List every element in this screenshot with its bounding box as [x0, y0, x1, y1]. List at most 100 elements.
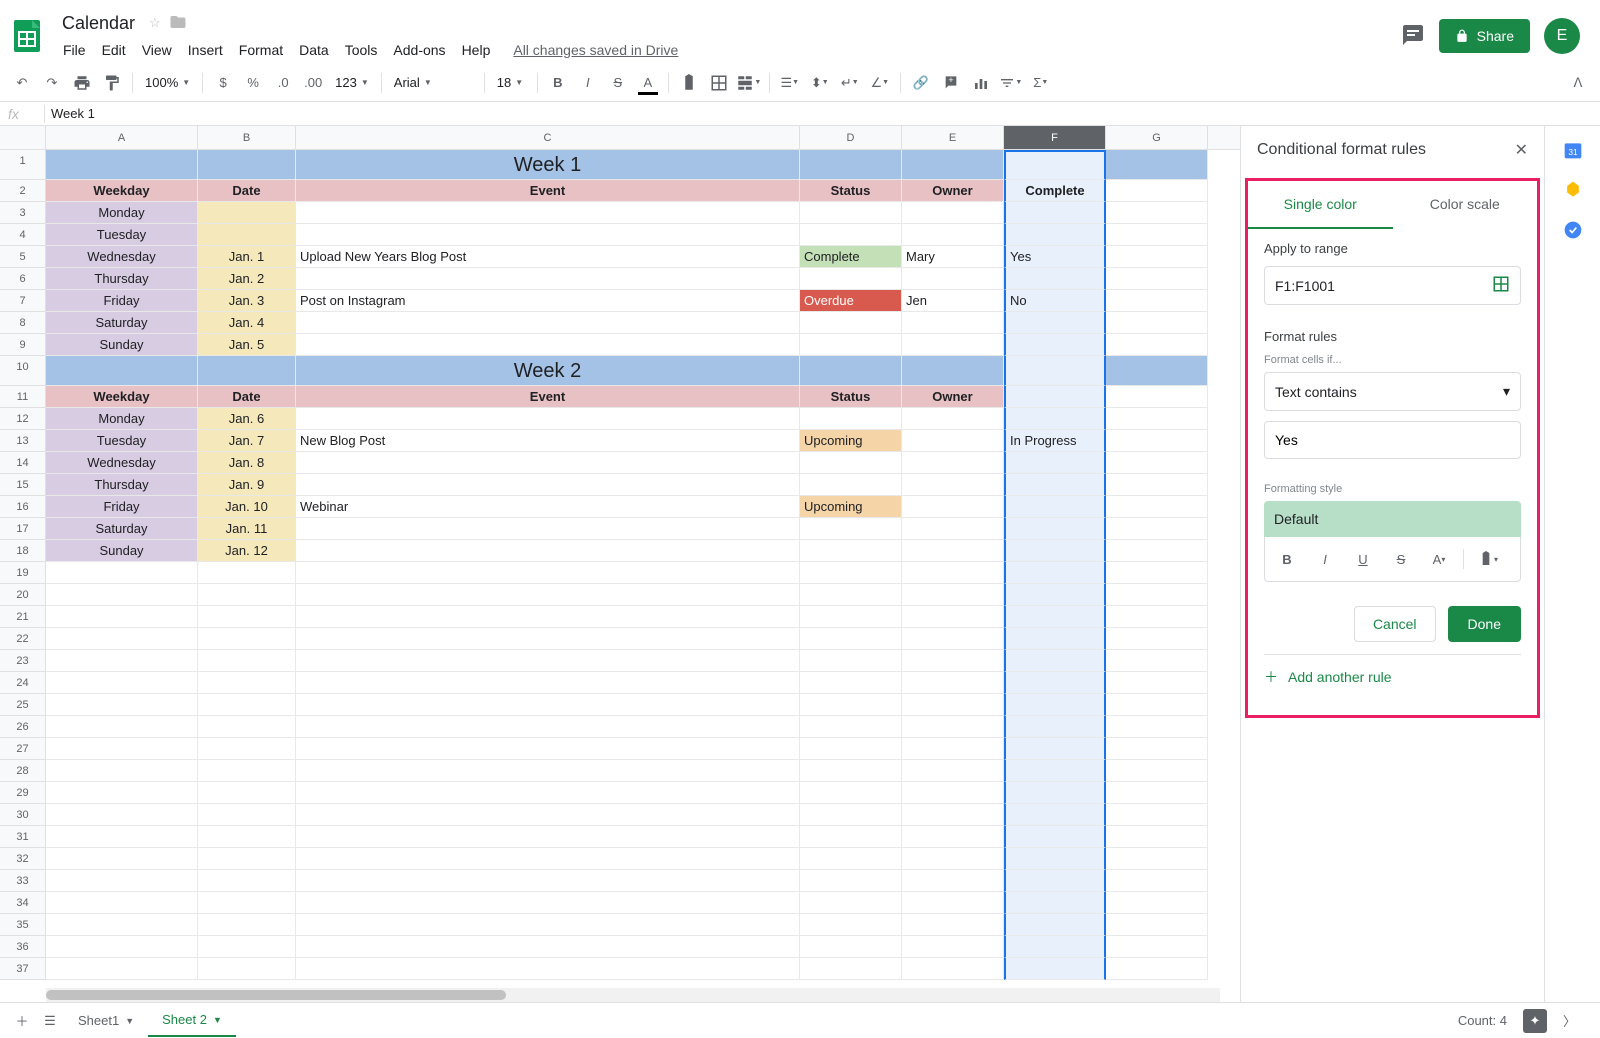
cell[interactable] — [296, 672, 800, 694]
print-icon[interactable] — [68, 69, 96, 97]
col-header-C[interactable]: C — [296, 126, 800, 149]
row-header[interactable]: 3 — [0, 202, 46, 224]
cell[interactable]: Event — [296, 386, 800, 408]
row-header[interactable]: 29 — [0, 782, 46, 804]
cell[interactable] — [800, 606, 902, 628]
cell[interactable] — [1106, 290, 1208, 312]
cell[interactable] — [1106, 202, 1208, 224]
cell[interactable] — [198, 356, 296, 386]
expand-rail-icon[interactable]: 〉 — [1563, 1011, 1576, 1030]
row-header[interactable]: 30 — [0, 804, 46, 826]
cell[interactable]: Mary — [902, 246, 1004, 268]
cell[interactable] — [1004, 540, 1106, 562]
cell[interactable] — [800, 518, 902, 540]
font-select[interactable]: Arial▼ — [388, 71, 478, 94]
cell[interactable] — [1004, 716, 1106, 738]
cell[interactable] — [296, 650, 800, 672]
sheets-logo[interactable] — [8, 16, 48, 56]
fill-color-icon[interactable]: ▾ — [1474, 545, 1502, 573]
cell[interactable] — [46, 826, 198, 848]
col-header-E[interactable]: E — [902, 126, 1004, 149]
row-header[interactable]: 16 — [0, 496, 46, 518]
cell[interactable] — [46, 562, 198, 584]
cell[interactable] — [1004, 356, 1106, 386]
save-status[interactable]: All changes saved in Drive — [513, 42, 678, 58]
cell[interactable] — [800, 958, 902, 980]
cell[interactable] — [296, 870, 800, 892]
cell[interactable] — [1004, 408, 1106, 430]
cell[interactable] — [902, 628, 1004, 650]
cell[interactable] — [1106, 760, 1208, 782]
cell[interactable] — [46, 628, 198, 650]
row-header[interactable]: 22 — [0, 628, 46, 650]
star-icon[interactable]: ☆ — [149, 15, 161, 31]
col-header-D[interactable]: D — [800, 126, 902, 149]
cell[interactable] — [198, 782, 296, 804]
cell[interactable] — [296, 606, 800, 628]
cell[interactable] — [1106, 224, 1208, 246]
cell[interactable] — [198, 804, 296, 826]
cell[interactable] — [46, 694, 198, 716]
cell[interactable] — [1106, 936, 1208, 958]
cell[interactable] — [198, 150, 296, 180]
cell[interactable] — [1004, 782, 1106, 804]
cell[interactable]: Date — [198, 386, 296, 408]
cell[interactable]: New Blog Post — [296, 430, 800, 452]
select-range-icon[interactable] — [1492, 275, 1510, 296]
borders-icon[interactable] — [705, 69, 733, 97]
row-header[interactable]: 13 — [0, 430, 46, 452]
cell[interactable] — [1106, 150, 1208, 180]
condition-dropdown[interactable]: Text contains ▾ — [1264, 372, 1521, 411]
cell[interactable] — [1004, 606, 1106, 628]
cell[interactable] — [198, 914, 296, 936]
close-icon[interactable]: ✕ — [1515, 140, 1528, 160]
cell[interactable]: Jan. 5 — [198, 334, 296, 356]
tab-color-scale[interactable]: Color scale — [1393, 181, 1538, 229]
cell[interactable] — [198, 870, 296, 892]
cell[interactable] — [1106, 474, 1208, 496]
cell[interactable] — [198, 694, 296, 716]
row-header[interactable]: 6 — [0, 268, 46, 290]
cell[interactable] — [800, 650, 902, 672]
cell[interactable] — [1004, 892, 1106, 914]
cell[interactable]: Saturday — [46, 518, 198, 540]
cell[interactable] — [198, 716, 296, 738]
cell[interactable] — [46, 356, 198, 386]
fill-color-icon[interactable] — [675, 69, 703, 97]
tasks-addon-icon[interactable] — [1563, 220, 1583, 240]
cell[interactable] — [296, 408, 800, 430]
cell[interactable] — [1106, 738, 1208, 760]
cell[interactable] — [1106, 892, 1208, 914]
cell[interactable] — [1004, 936, 1106, 958]
cell[interactable] — [1106, 562, 1208, 584]
cell[interactable] — [1106, 650, 1208, 672]
cell[interactable]: Jan. 1 — [198, 246, 296, 268]
cell[interactable]: Sunday — [46, 540, 198, 562]
cell[interactable] — [1004, 848, 1106, 870]
cell[interactable]: Complete — [800, 246, 902, 268]
row-header[interactable]: 19 — [0, 562, 46, 584]
cell[interactable] — [46, 650, 198, 672]
cell[interactable] — [296, 804, 800, 826]
cell[interactable]: Thursday — [46, 268, 198, 290]
cell[interactable] — [1106, 356, 1208, 386]
cell[interactable] — [902, 870, 1004, 892]
cell[interactable]: Owner — [902, 180, 1004, 202]
menu-data[interactable]: Data — [292, 38, 336, 62]
cell[interactable] — [296, 518, 800, 540]
merge-cells-icon[interactable]: ▼ — [735, 69, 763, 97]
cell[interactable] — [296, 892, 800, 914]
row-header[interactable]: 26 — [0, 716, 46, 738]
range-input[interactable]: F1:F1001 — [1264, 266, 1521, 305]
cell[interactable]: Jan. 9 — [198, 474, 296, 496]
row-header[interactable]: 21 — [0, 606, 46, 628]
row-header[interactable]: 12 — [0, 408, 46, 430]
cell[interactable] — [1106, 180, 1208, 202]
cell[interactable] — [296, 584, 800, 606]
cell[interactable] — [902, 936, 1004, 958]
cell[interactable] — [198, 738, 296, 760]
row-header[interactable]: 18 — [0, 540, 46, 562]
cell[interactable]: Friday — [46, 496, 198, 518]
cell[interactable] — [800, 202, 902, 224]
cell[interactable] — [1004, 150, 1106, 180]
